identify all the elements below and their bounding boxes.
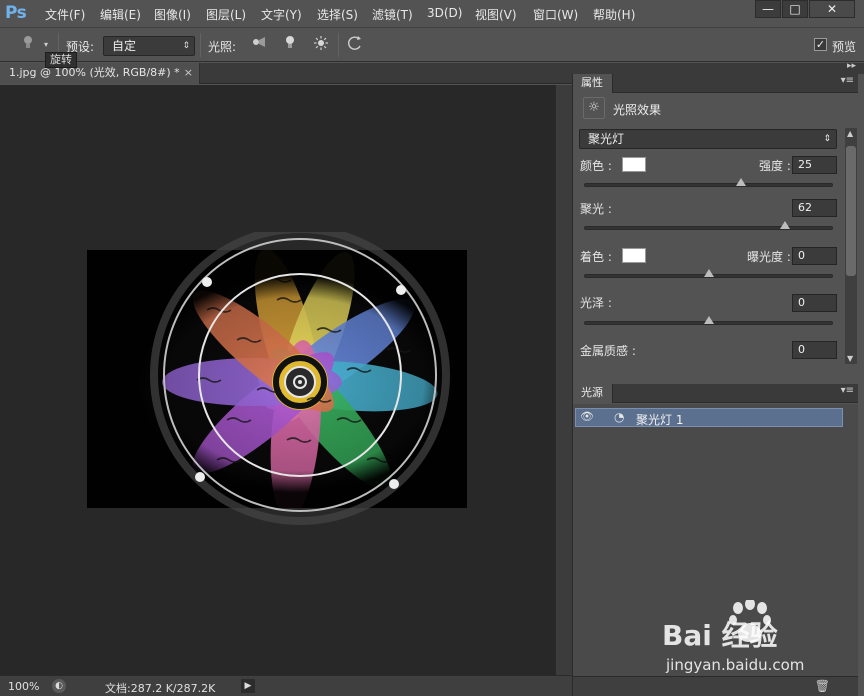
exposure-slider-thumb[interactable] bbox=[703, 269, 714, 277]
gloss-slider[interactable] bbox=[584, 316, 833, 325]
gloss-slider-thumb[interactable] bbox=[703, 316, 714, 324]
properties-scrollbar[interactable]: ▲ ▼ bbox=[845, 128, 857, 364]
colorize-label: 着色 : bbox=[580, 250, 612, 264]
intensity-input[interactable]: 25 bbox=[792, 156, 837, 174]
menu-file[interactable]: 文件(F) bbox=[45, 6, 85, 23]
light-color-swatch[interactable] bbox=[622, 157, 646, 172]
close-tab-icon[interactable]: × bbox=[184, 63, 193, 83]
preset-dropdown-value: 自定 bbox=[112, 39, 137, 53]
colorize-swatch[interactable] bbox=[622, 248, 646, 263]
hotspot-slider-thumb[interactable] bbox=[780, 221, 791, 229]
spotlight-icon: ◔ bbox=[614, 410, 625, 424]
intensity-slider-thumb[interactable] bbox=[735, 178, 746, 186]
gloss-input[interactable]: 0 bbox=[792, 294, 837, 312]
status-menu-arrow-icon[interactable]: ▶ bbox=[241, 679, 255, 693]
scroll-down-icon[interactable]: ▼ bbox=[847, 354, 853, 363]
spotlight-overlay[interactable] bbox=[150, 232, 450, 532]
document-tab-title: 1.jpg @ 100% (光效, RGB/8#) * bbox=[9, 66, 180, 79]
photoshop-logo: Ps bbox=[5, 3, 27, 23]
metallic-label: 金属质感 : bbox=[580, 344, 636, 358]
tooltip: 旋转 bbox=[45, 52, 77, 68]
menu-view[interactable]: 视图(V) bbox=[475, 6, 517, 23]
lighting-effects-icon: ☼ bbox=[583, 97, 605, 119]
baidu-jingyan-watermark: Bai 经验 jingyan.baidu.com bbox=[662, 600, 804, 674]
preview-label: 预览 bbox=[832, 40, 857, 54]
scroll-up-icon[interactable]: ▲ bbox=[847, 129, 853, 138]
preview-checkbox[interactable]: ✓ bbox=[814, 38, 827, 51]
hotspot-label: 聚光 : bbox=[580, 202, 612, 216]
hotspot-slider[interactable] bbox=[584, 221, 833, 230]
document-size-info: 文档:287.2 K/287.2K bbox=[105, 682, 216, 695]
menu-type[interactable]: 文字(Y) bbox=[261, 6, 302, 23]
tab-lights[interactable]: 光源 bbox=[573, 384, 613, 403]
collapse-panels-icon[interactable]: ▸▸ bbox=[847, 61, 856, 71]
status-bar: 100% ◐ 文档:287.2 K/287.2K ▶ bbox=[0, 675, 572, 696]
point-light-icon[interactable] bbox=[280, 35, 300, 55]
minimize-button[interactable]: — bbox=[755, 0, 781, 18]
properties-title: 光照效果 bbox=[613, 103, 662, 117]
intensity-label: 强度 : bbox=[759, 159, 791, 173]
exposure-slider[interactable] bbox=[584, 269, 833, 278]
hotspot-input[interactable]: 62 bbox=[792, 199, 837, 217]
menu-window[interactable]: 窗口(W) bbox=[533, 6, 578, 23]
scrollbar-thumb[interactable] bbox=[846, 146, 856, 276]
zoom-level[interactable]: 100% bbox=[8, 680, 39, 693]
spotlight-icon[interactable] bbox=[248, 35, 268, 55]
separator bbox=[200, 33, 201, 57]
maximize-button[interactable]: □ bbox=[782, 0, 808, 18]
menu-edit[interactable]: 编辑(E) bbox=[100, 6, 141, 23]
spotlight-handle[interactable] bbox=[389, 479, 399, 489]
exposure-label: 曝光度 : bbox=[747, 250, 791, 264]
canvas-scrollbar[interactable] bbox=[555, 85, 572, 675]
tab-properties[interactable]: 属性 bbox=[573, 74, 613, 93]
watermark-url: jingyan.baidu.com bbox=[665, 656, 804, 674]
menu-help[interactable]: 帮助(H) bbox=[593, 6, 635, 23]
intensity-slider[interactable] bbox=[584, 178, 833, 187]
dropdown-arrows-icon: ⇕ bbox=[823, 134, 831, 144]
close-button[interactable]: ✕ bbox=[809, 0, 855, 18]
reset-light-icon[interactable] bbox=[346, 35, 366, 55]
document-tab-bar: 1.jpg @ 100% (光效, RGB/8#) * × bbox=[0, 63, 572, 84]
infinite-light-icon[interactable] bbox=[311, 35, 331, 55]
light-type-value: 聚光灯 bbox=[588, 132, 625, 146]
properties-tab-bar: 属性 ▾≡ bbox=[573, 74, 858, 93]
spotlight-handle[interactable] bbox=[202, 277, 212, 287]
lights-label: 光照: bbox=[208, 40, 237, 54]
separator bbox=[338, 33, 339, 57]
panel-collapse-strip[interactable]: ▸▸ bbox=[572, 61, 864, 74]
lights-tab-bar: 光源 ▾≡ bbox=[573, 384, 858, 403]
menu-3d[interactable]: 3D(D) bbox=[427, 6, 462, 20]
color-label: 颜色 : bbox=[580, 159, 612, 173]
panel-menu-icon[interactable]: ▾≡ bbox=[841, 385, 854, 396]
menu-bar: Ps 文件(F) 编辑(E) 图像(I) 图层(L) 文字(Y) 选择(S) 滤… bbox=[0, 0, 864, 28]
menu-image[interactable]: 图像(I) bbox=[154, 6, 191, 23]
spotlight-handle[interactable] bbox=[195, 472, 205, 482]
dropdown-arrows-icon: ⇕ bbox=[182, 41, 190, 51]
document-tab[interactable]: 1.jpg @ 100% (光效, RGB/8#) * × bbox=[0, 63, 200, 84]
exposure-input[interactable]: 0 bbox=[792, 247, 837, 265]
lightbulb-icon[interactable] bbox=[18, 35, 38, 55]
panel-menu-icon[interactable]: ▾≡ bbox=[841, 75, 854, 86]
visibility-eye-icon[interactable]: 👁 bbox=[580, 410, 594, 423]
status-info-icon[interactable]: ◐ bbox=[52, 679, 66, 693]
light-item-label: 聚光灯 1 bbox=[636, 413, 684, 427]
spotlight-handle[interactable] bbox=[396, 285, 406, 295]
menu-select[interactable]: 选择(S) bbox=[317, 6, 358, 23]
watermark-brand: Bai 经验 bbox=[662, 619, 778, 652]
preset-dropdown[interactable]: 自定 ⇕ bbox=[103, 36, 195, 56]
metallic-input[interactable]: 0 bbox=[792, 341, 837, 359]
light-list-item[interactable]: 👁 ◔ 聚光灯 1 bbox=[575, 408, 843, 427]
gloss-label: 光泽 : bbox=[580, 296, 612, 310]
menu-filter[interactable]: 滤镜(T) bbox=[372, 6, 413, 23]
menu-layer[interactable]: 图层(L) bbox=[206, 6, 246, 23]
light-type-dropdown[interactable]: 聚光灯 ⇕ bbox=[579, 129, 837, 149]
